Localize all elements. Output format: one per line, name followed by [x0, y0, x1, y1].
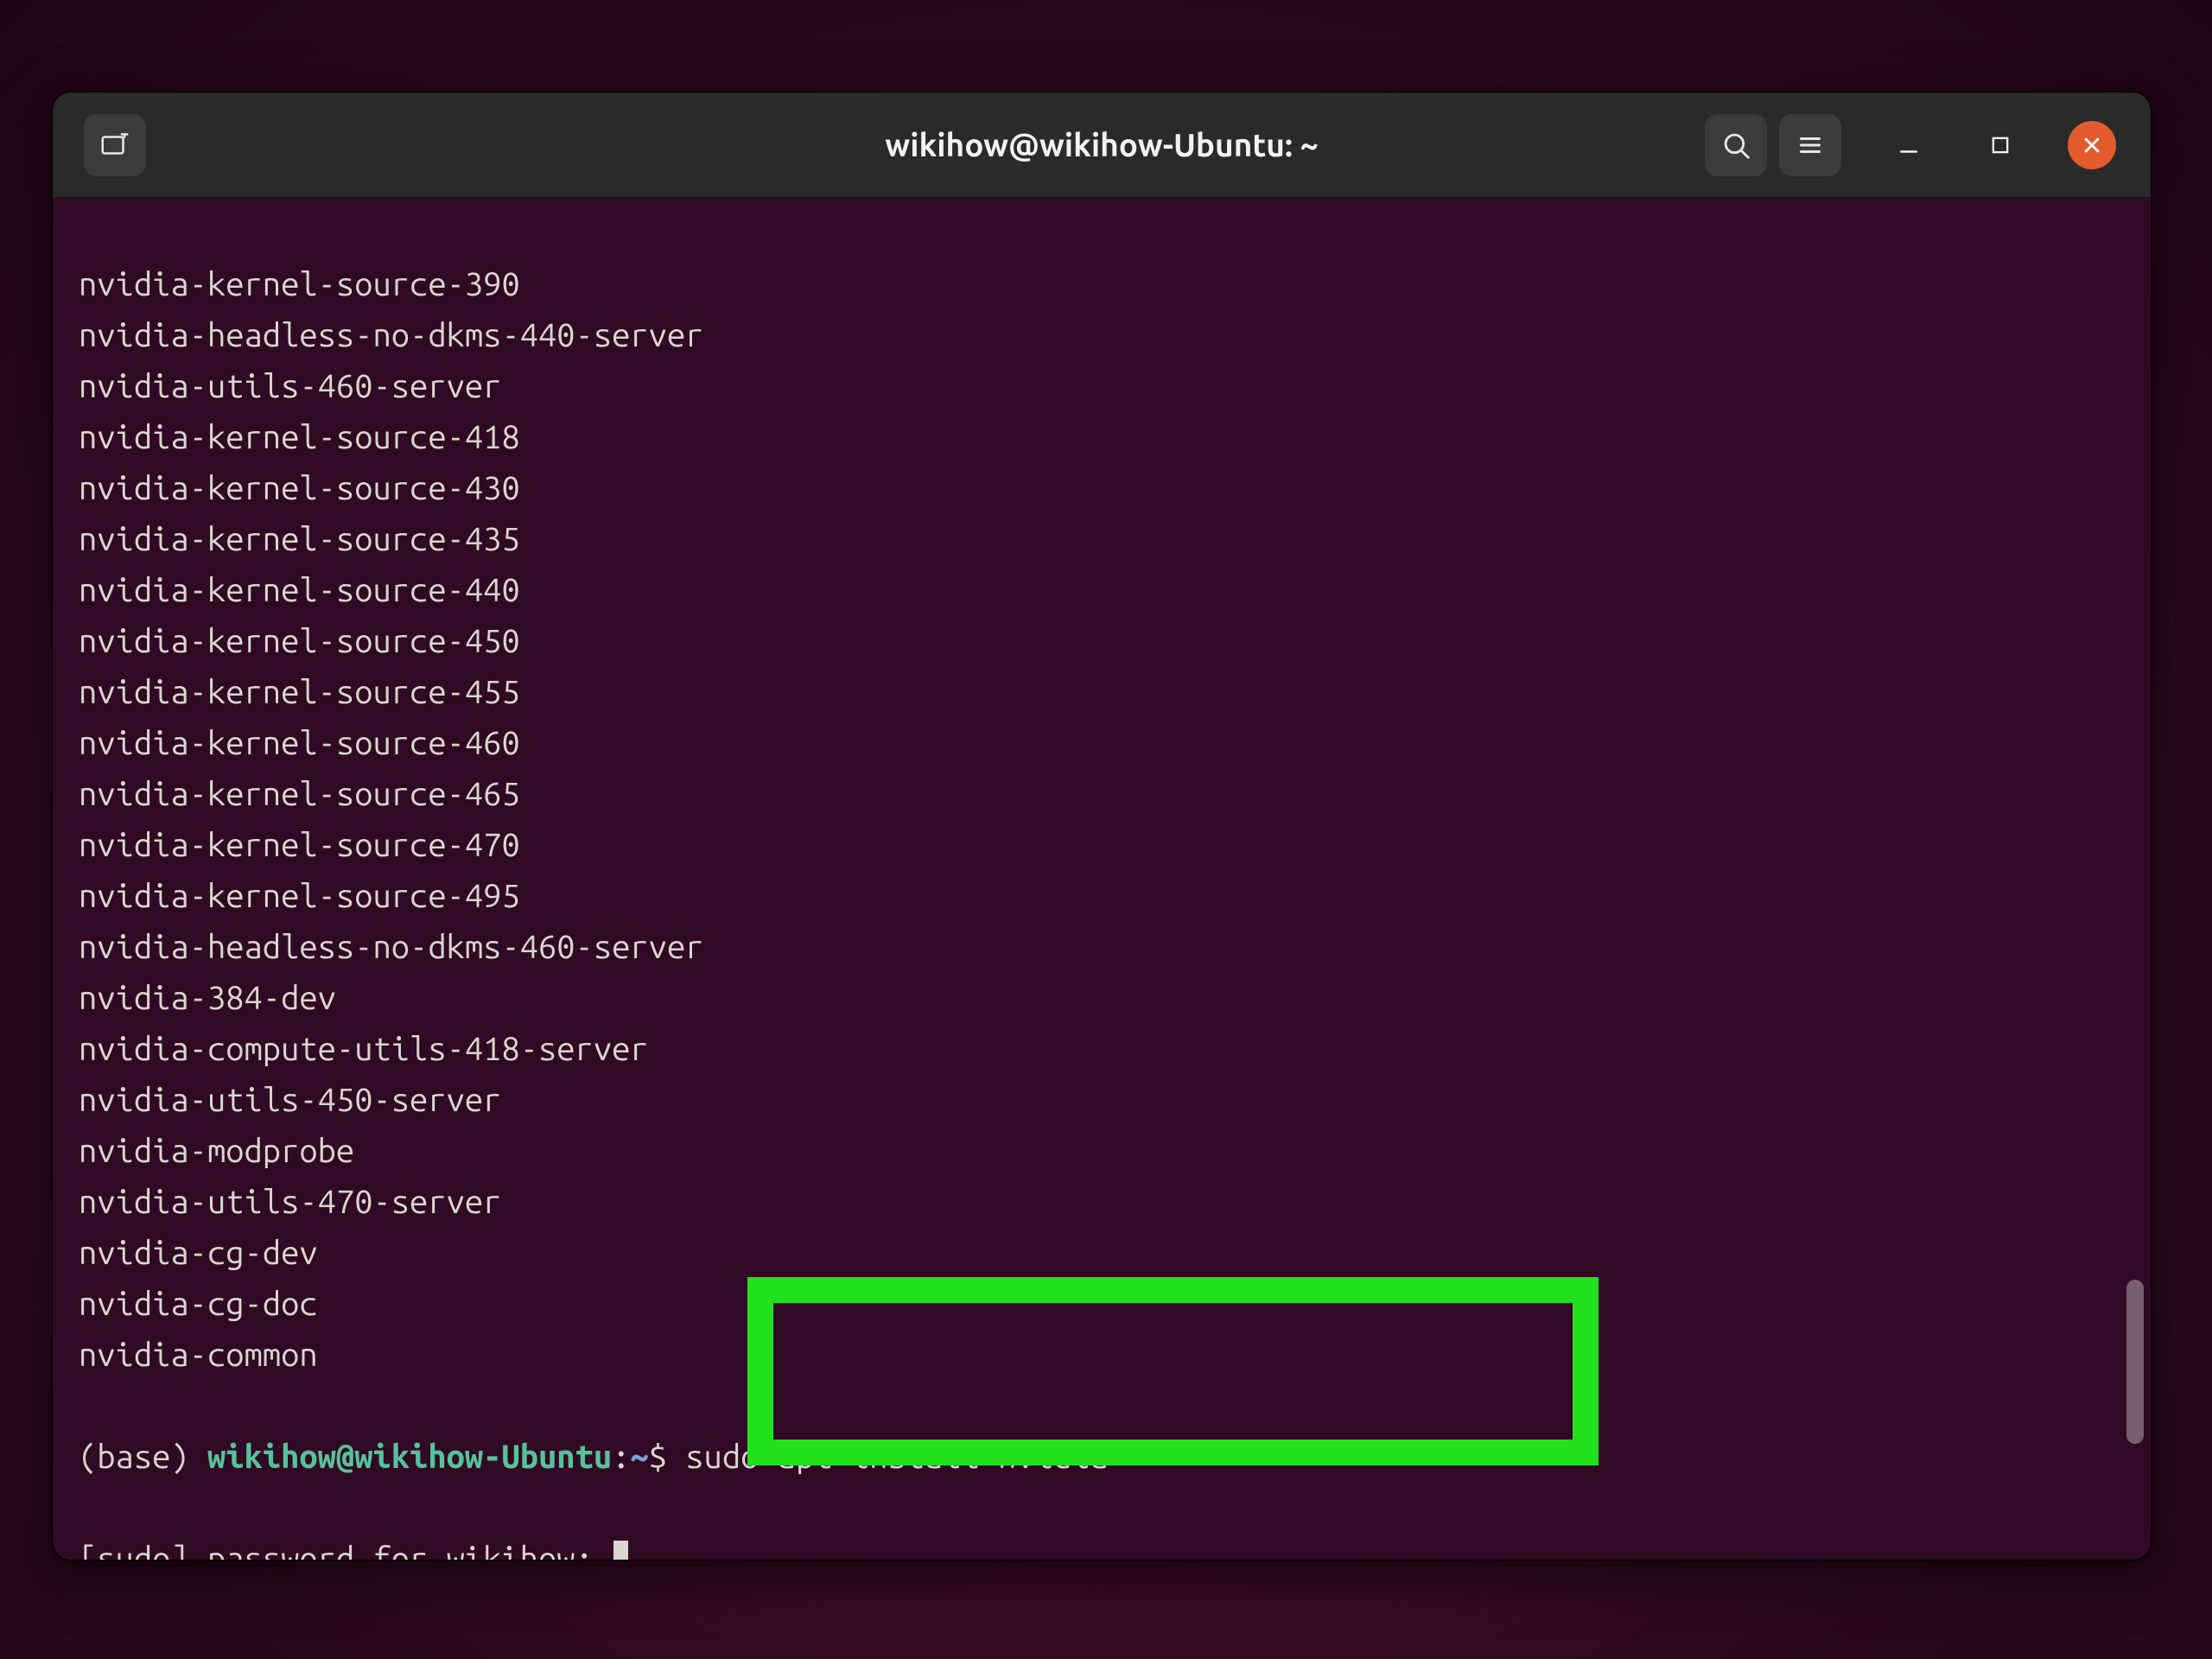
hamburger-icon	[1795, 130, 1826, 161]
scrollbar-thumb[interactable]	[2126, 1280, 2144, 1444]
terminal-output-line: nvidia-kernel-source-418	[79, 412, 2125, 463]
sudo-password-line: [sudo] password for wikihow:	[79, 1534, 2125, 1560]
terminal-output-line: nvidia-utils-450-server	[79, 1075, 2125, 1126]
search-button[interactable]	[1705, 114, 1767, 176]
prompt-cwd: ~	[630, 1439, 648, 1475]
terminal-output-line: nvidia-kernel-source-455	[79, 667, 2125, 718]
terminal-output-line: nvidia-kernel-source-495	[79, 871, 2125, 922]
terminal-output-line: nvidia-kernel-source-435	[79, 514, 2125, 565]
terminal-output-line: nvidia-384-dev	[79, 973, 2125, 1024]
terminal-output-line: nvidia-kernel-source-440	[79, 565, 2125, 616]
terminal-window: wikihow@wikihow-Ubuntu: ~	[52, 92, 2152, 1560]
terminal-output-line: nvidia-headless-no-dkms-460-server	[79, 922, 2125, 973]
terminal-output-line: nvidia-kernel-source-460	[79, 718, 2125, 769]
terminal-output-line: nvidia-common	[79, 1330, 2125, 1381]
prompt-line: (base) wikihow@wikihow-Ubuntu:~$ sudo ap…	[79, 1432, 2125, 1483]
prompt-user-host: wikihow@wikihow-Ubuntu	[207, 1439, 612, 1475]
search-icon	[1719, 129, 1752, 162]
terminal-output-line: nvidia-utils-460-server	[79, 361, 2125, 412]
minimize-button[interactable]	[1885, 121, 1933, 169]
titlebar: wikihow@wikihow-Ubuntu: ~	[53, 92, 2151, 198]
terminal-cursor	[613, 1541, 628, 1560]
prompt-command: sudo apt install nvidia	[685, 1439, 1108, 1475]
scrollbar[interactable]	[2126, 319, 2144, 1546]
close-button[interactable]	[2068, 121, 2116, 169]
terminal-output: nvidia-kernel-source-390nvidia-headless-…	[79, 259, 2125, 1381]
terminal-output-line: nvidia-cg-dev	[79, 1228, 2125, 1279]
terminal-output-line: nvidia-headless-no-dkms-440-server	[79, 310, 2125, 361]
new-tab-icon	[99, 129, 131, 162]
close-icon	[2080, 133, 2104, 157]
maximize-button[interactable]	[1976, 121, 2024, 169]
sudo-password-text: [sudo] password for wikihow:	[79, 1541, 612, 1560]
prompt-dollar: $	[649, 1439, 686, 1475]
terminal-output-line: nvidia-cg-doc	[79, 1279, 2125, 1330]
minimize-icon	[1896, 132, 1922, 158]
new-tab-button[interactable]	[84, 114, 146, 176]
prompt-base: (base)	[79, 1439, 207, 1475]
terminal-output-line: nvidia-kernel-source-465	[79, 769, 2125, 820]
terminal-output-line: nvidia-kernel-source-470	[79, 820, 2125, 871]
terminal-output-line: nvidia-modprobe	[79, 1126, 2125, 1177]
terminal-output-line: nvidia-compute-utils-418-server	[79, 1024, 2125, 1075]
hamburger-menu-button[interactable]	[1779, 114, 1841, 176]
terminal-output-line: nvidia-kernel-source-450	[79, 616, 2125, 667]
terminal-output-line: nvidia-kernel-source-430	[79, 463, 2125, 514]
maximize-icon	[1988, 133, 2012, 157]
prompt-colon: :	[612, 1439, 630, 1475]
terminal-body[interactable]: nvidia-kernel-source-390nvidia-headless-…	[53, 198, 2151, 1560]
terminal-output-line: nvidia-kernel-source-390	[79, 259, 2125, 310]
terminal-output-line: nvidia-utils-470-server	[79, 1177, 2125, 1228]
